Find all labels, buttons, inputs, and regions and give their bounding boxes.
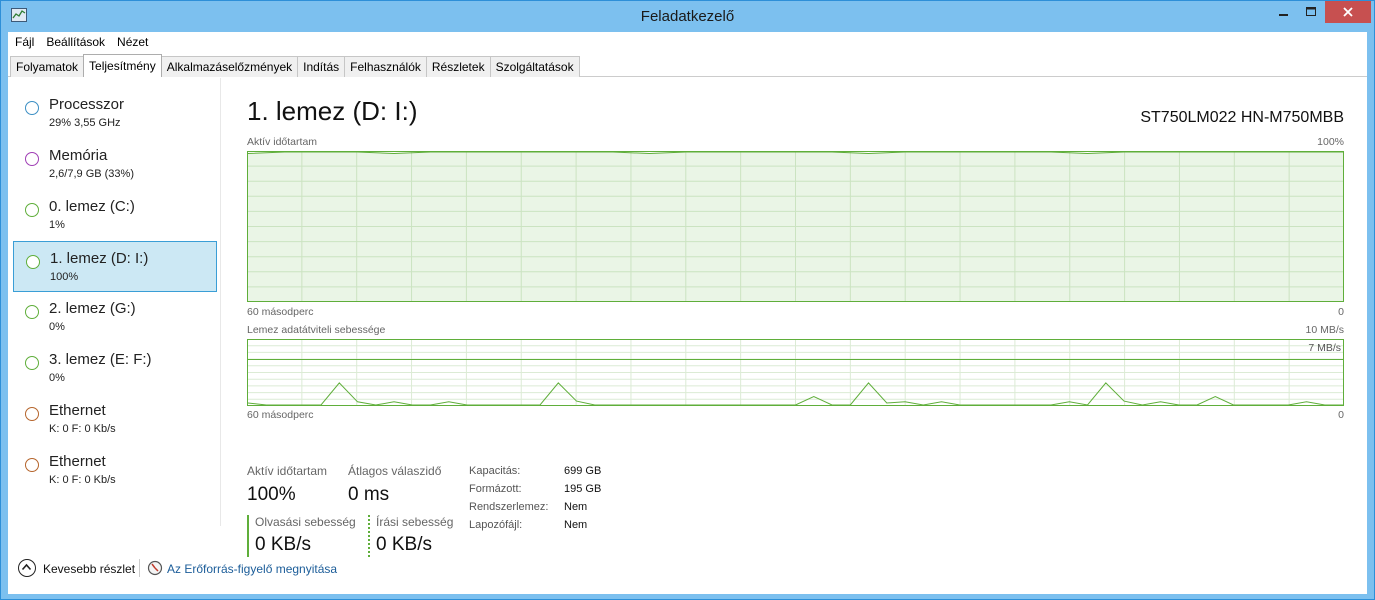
sidebar-item-title: Ethernet bbox=[49, 453, 106, 470]
close-icon bbox=[1343, 7, 1353, 17]
page-file-label: Lapozófájl: bbox=[469, 519, 523, 531]
system-disk-value: Nem bbox=[564, 501, 588, 513]
client-area: Fájl Beállítások Nézet Folyamatok Teljes… bbox=[8, 32, 1367, 594]
tab-details[interactable]: Részletek bbox=[425, 56, 491, 77]
sidebar-item-disk-1[interactable]: 1. lemez (D: I:) 100% bbox=[13, 241, 217, 292]
minimize-button[interactable] bbox=[1271, 1, 1297, 23]
sidebar-item-ethernet-2[interactable]: Ethernet K: 0 F: 0 Kb/s bbox=[13, 445, 217, 496]
sidebar-item-subtitle: 2,6/7,9 GB (33%) bbox=[49, 168, 134, 180]
formatted-label: Formázott: bbox=[469, 483, 522, 495]
transfer-rate-chart-label: Lemez adatátviteli sebessége bbox=[247, 324, 386, 336]
sidebar-item-title: Memória bbox=[49, 147, 108, 164]
chart-area-fill bbox=[248, 152, 1343, 301]
disk-stats: Aktív időtartam 100% Átlagos válaszidő 0… bbox=[247, 462, 947, 562]
maximize-icon bbox=[1306, 7, 1316, 16]
transfer-rate-chart-time-label: 60 másodperc bbox=[247, 409, 314, 421]
sidebar-item-subtitle: 0% bbox=[49, 321, 65, 333]
tab-app-history[interactable]: Alkalmazáselőzmények bbox=[160, 56, 299, 77]
response-time-label: Átlagos válaszidő bbox=[348, 464, 442, 478]
resource-monitor-icon[interactable] bbox=[147, 560, 163, 576]
disk-detail-panel: 1. lemez (D: I:) ST750LM022 HN-M750MBB A… bbox=[247, 78, 1347, 557]
sidebar-item-subtitle: 1% bbox=[49, 219, 65, 231]
open-resource-monitor-link[interactable]: Az Erőforrás-figyelő megnyitása bbox=[167, 562, 337, 576]
write-speed-label: Írási sebesség bbox=[376, 515, 454, 529]
sidebar-item-disk-0[interactable]: 0. lemez (C:) 1% bbox=[13, 190, 217, 241]
sidebar-item-cpu[interactable]: Processzor 29% 3,55 GHz bbox=[13, 88, 217, 139]
active-time-label: Aktív időtartam bbox=[247, 464, 328, 478]
sidebar-item-subtitle: 100% bbox=[50, 271, 79, 283]
window-title: Feladatkezelő bbox=[640, 8, 735, 25]
tab-users[interactable]: Felhasználók bbox=[344, 56, 427, 77]
fewer-details-button[interactable]: Kevesebb részlet bbox=[43, 562, 135, 576]
ethernet-status-icon bbox=[25, 458, 39, 472]
chevron-up-icon[interactable] bbox=[18, 559, 36, 577]
sidebar-item-title: 3. lemez (E: F:) bbox=[49, 351, 152, 368]
transfer-rate-chart-max: 10 MB/s bbox=[1305, 324, 1344, 336]
menu-view[interactable]: Nézet bbox=[116, 32, 155, 52]
sidebar-item-disk-2[interactable]: 2. lemez (G:) 0% bbox=[13, 292, 217, 343]
disk-model-name: ST750LM022 HN-M750MBB bbox=[1140, 109, 1344, 126]
menu-file[interactable]: Fájl bbox=[14, 32, 41, 52]
sidebar-item-disk-3[interactable]: 3. lemez (E: F:) 0% bbox=[13, 343, 217, 394]
capacity-label: Kapacitás: bbox=[469, 465, 521, 477]
sidebar-item-title: Ethernet bbox=[49, 402, 106, 419]
active-time-chart-zero: 0 bbox=[1338, 306, 1344, 318]
tab-startup[interactable]: Indítás bbox=[297, 56, 346, 77]
system-disk-label: Rendszerlemez: bbox=[469, 501, 549, 513]
memory-status-icon bbox=[25, 152, 39, 166]
sidebar-item-ethernet-1[interactable]: Ethernet K: 0 F: 0 Kb/s bbox=[13, 394, 217, 445]
sidebar-item-subtitle: 0% bbox=[49, 372, 65, 384]
active-time-chart-label: Aktív időtartam bbox=[247, 136, 318, 148]
sidebar-item-title: 2. lemez (G:) bbox=[49, 300, 136, 317]
minimize-icon bbox=[1279, 14, 1288, 16]
tab-services[interactable]: Szolgáltatások bbox=[489, 56, 580, 77]
transfer-rate-chart-zero: 0 bbox=[1338, 409, 1344, 421]
ethernet-status-icon bbox=[25, 407, 39, 421]
task-manager-window: Feladatkezelő Fájl Beállítások Nézet Fol… bbox=[0, 0, 1375, 600]
cpu-status-icon bbox=[25, 101, 39, 115]
formatted-value: 195 GB bbox=[564, 483, 602, 495]
sidebar-item-subtitle: 29% 3,55 GHz bbox=[49, 117, 121, 129]
sidebar-item-title: 0. lemez (C:) bbox=[49, 198, 135, 215]
active-time-chart bbox=[247, 151, 1344, 302]
active-time-chart-time-label: 60 másodperc bbox=[247, 306, 314, 318]
menu-settings[interactable]: Beállítások bbox=[45, 32, 112, 52]
page-title: 1. lemez (D: I:) bbox=[247, 96, 418, 126]
disk-status-icon bbox=[25, 203, 39, 217]
response-time-value: 0 ms bbox=[348, 484, 390, 505]
active-time-chart-max: 100% bbox=[1317, 136, 1344, 148]
maximize-button[interactable] bbox=[1298, 1, 1324, 23]
sidebar-item-subtitle: K: 0 F: 0 Kb/s bbox=[49, 423, 116, 435]
read-speed-indicator bbox=[247, 515, 249, 557]
tab-processes[interactable]: Folyamatok bbox=[10, 56, 85, 77]
tab-strip: Folyamatok Teljesítmény Alkalmazáselőzmé… bbox=[8, 54, 1367, 77]
read-speed-label: Olvasási sebesség bbox=[255, 515, 356, 529]
transfer-rate-reference-label: 7 MB/s bbox=[1308, 342, 1341, 354]
capacity-value: 699 GB bbox=[564, 465, 602, 477]
sidebar-item-subtitle: K: 0 F: 0 Kb/s bbox=[49, 474, 116, 486]
write-speed-indicator bbox=[368, 515, 370, 557]
footer-separator bbox=[139, 559, 140, 577]
active-time-value: 100% bbox=[247, 484, 296, 505]
transfer-rate-chart bbox=[247, 339, 1344, 406]
performance-sidebar: Processzor 29% 3,55 GHz Memória 2,6/7,9 … bbox=[8, 78, 221, 526]
disk-status-icon bbox=[25, 305, 39, 319]
disk-status-icon bbox=[26, 255, 40, 269]
sidebar-item-title: Processzor bbox=[49, 96, 125, 113]
close-button[interactable] bbox=[1325, 1, 1371, 23]
page-file-value: Nem bbox=[564, 519, 588, 531]
menu-bar: Fájl Beállítások Nézet bbox=[8, 32, 1367, 52]
sidebar-item-memory[interactable]: Memória 2,6/7,9 GB (33%) bbox=[13, 139, 217, 190]
disk-status-icon bbox=[25, 356, 39, 370]
title-bar[interactable]: Feladatkezelő bbox=[1, 1, 1374, 32]
sidebar-item-title: 1. lemez (D: I:) bbox=[50, 250, 149, 267]
footer-bar: Kevesebb részlet Az Erőforrás-figyelő me… bbox=[8, 553, 1367, 583]
tab-performance[interactable]: Teljesítmény bbox=[83, 54, 162, 77]
